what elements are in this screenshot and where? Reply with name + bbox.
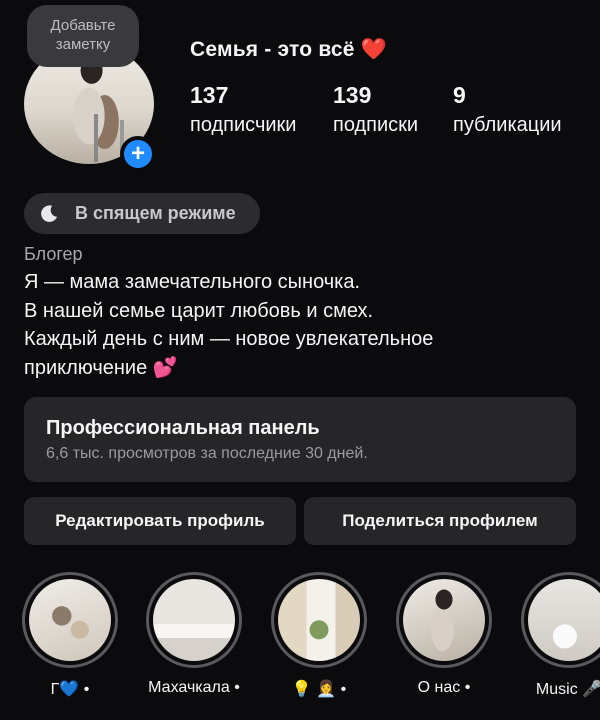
- professional-dashboard-card[interactable]: Профессиональная панель 6,6 тыс. просмот…: [24, 397, 576, 482]
- highlight-caption: Music 🎤: [535, 681, 600, 698]
- highlight-cover-image: [153, 579, 235, 661]
- bio-line: Каждый день с ним — новое увлекательное: [24, 328, 434, 350]
- following-count: 139: [333, 82, 372, 108]
- pro-panel-title: Профессиональная панель: [46, 417, 320, 439]
- followers-stat[interactable]: 137 подписчики: [190, 82, 296, 137]
- edit-profile-button[interactable]: Редактировать профиль: [24, 497, 296, 545]
- profile-name: Семья - это всё ❤️: [190, 38, 387, 62]
- posts-label: публикации: [453, 114, 562, 136]
- highlight-caption: О нас •: [417, 679, 471, 696]
- bio-line: В нашей семье царит любовь и смех.: [24, 299, 374, 322]
- highlight-ring[interactable]: [271, 572, 367, 668]
- story-highlight[interactable]: Music 🎤: [519, 572, 600, 699]
- note-text-line1: Добавьте: [50, 17, 116, 34]
- posts-stat[interactable]: 9 публикации: [453, 82, 562, 137]
- highlight-cover-image: [528, 579, 600, 661]
- highlight-cover-image: [29, 579, 111, 661]
- profile-bio: Я — мама замечательного сыночка. В нашей…: [24, 268, 584, 382]
- note-text-line2: заметку: [55, 36, 111, 53]
- share-profile-button[interactable]: Поделиться профилем: [304, 497, 576, 545]
- highlight-caption: Г💙 •: [50, 681, 90, 698]
- followers-count: 137: [190, 82, 229, 108]
- bio-line: приключение 💕: [24, 356, 178, 379]
- followers-label: подписчики: [190, 114, 297, 136]
- profile-category: Блогер: [24, 244, 83, 264]
- profile-name-text: Семья - это всё: [190, 38, 355, 61]
- highlight-ring[interactable]: [521, 572, 600, 668]
- story-highlight[interactable]: О нас •: [394, 572, 494, 697]
- highlight-ring[interactable]: [146, 572, 242, 668]
- highlight-ring[interactable]: [396, 572, 492, 668]
- story-highlight[interactable]: 💡 👩‍💼 •: [269, 572, 369, 699]
- posts-count: 9: [453, 82, 466, 108]
- following-stat[interactable]: 139 подписки: [333, 82, 418, 137]
- story-highlight[interactable]: Махачкала •: [144, 572, 244, 697]
- heart-icon: ❤️: [360, 38, 388, 61]
- highlight-ring[interactable]: [22, 572, 118, 668]
- avatar-photo-detail: [94, 114, 98, 162]
- sleep-mode-label: В спящем режиме: [75, 203, 236, 223]
- highlight-cover-image: [278, 579, 360, 661]
- highlight-cover-image: [403, 579, 485, 661]
- moon-icon: [41, 204, 58, 222]
- highlight-caption: 💡 👩‍💼 •: [291, 681, 347, 698]
- add-note-bubble[interactable]: Добавьте заметку: [27, 5, 139, 67]
- story-highlight[interactable]: Г💙 •: [20, 572, 120, 699]
- add-story-plus-icon[interactable]: +: [120, 136, 156, 172]
- highlight-caption: Махачкала •: [148, 679, 240, 696]
- bio-line: Я — мама замечательного сыночка.: [24, 271, 361, 293]
- pro-panel-subtitle: 6,6 тыс. просмотров за последние 30 дней…: [46, 445, 368, 462]
- sleep-mode-status[interactable]: В спящем режиме: [24, 193, 260, 234]
- following-label: подписки: [333, 114, 419, 136]
